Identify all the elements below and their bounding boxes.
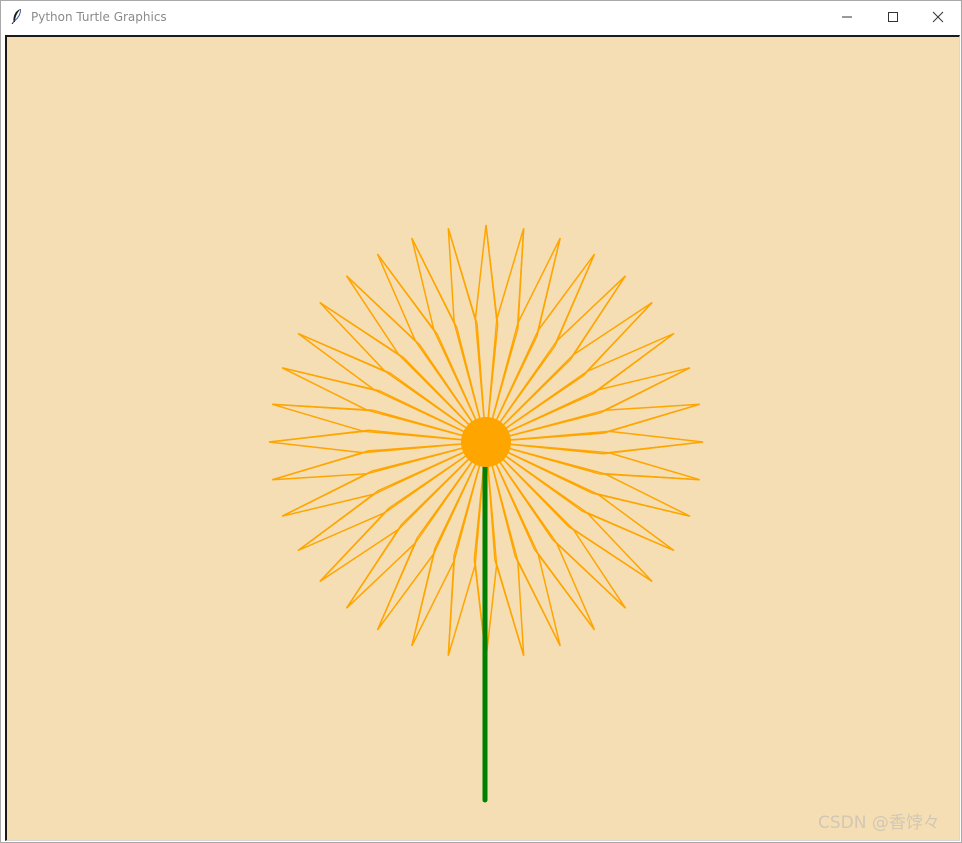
maximize-button[interactable] (870, 1, 916, 33)
minimize-button[interactable] (824, 1, 870, 33)
flower-center (461, 417, 511, 467)
minimize-icon (842, 16, 852, 18)
turtle-window: Python Turtle Graphics (0, 0, 962, 843)
petal-stroke (485, 237, 561, 443)
window-title: Python Turtle Graphics (31, 10, 167, 24)
petal-stroke (485, 441, 704, 455)
petal-stroke (319, 301, 487, 443)
petal-stroke (411, 441, 487, 647)
petal-stroke (268, 429, 487, 443)
petal-stroke (485, 441, 691, 517)
petal-stroke (281, 367, 487, 443)
petal-stroke (485, 275, 627, 443)
title-bar[interactable]: Python Turtle Graphics (1, 1, 961, 33)
flower-drawing (268, 224, 704, 803)
close-icon (932, 11, 944, 23)
turtle-canvas[interactable] (5, 35, 960, 841)
watermark: CSDN @香饽々 (818, 813, 940, 833)
petal-stroke (345, 441, 487, 609)
petal-stroke (485, 441, 653, 583)
maximize-icon (888, 12, 898, 22)
feather-icon (11, 8, 22, 24)
petal-stroke (485, 224, 499, 443)
close-button[interactable] (915, 1, 961, 33)
